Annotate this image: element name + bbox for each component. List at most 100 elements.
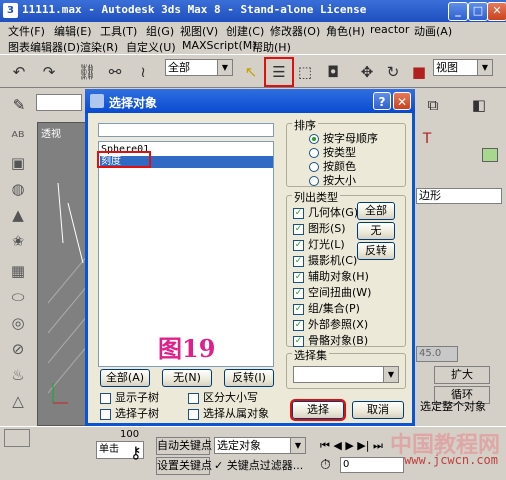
types-invert-button[interactable]: 反转 (357, 242, 395, 260)
playback-controls-icon[interactable]: ⏮ ◀ ▶ ▶| ⏭ (320, 439, 383, 453)
menu-file[interactable]: 文件(F) (8, 23, 45, 39)
menu-character[interactable]: 角色(H) (326, 23, 365, 39)
frame-field[interactable]: 0 (340, 457, 404, 473)
grid-icon[interactable]: ▦ (6, 260, 30, 282)
maximize-button[interactable]: □ (468, 2, 488, 21)
selection-filter-value: 全部 (168, 61, 190, 74)
named-selection-field[interactable] (36, 94, 82, 111)
highlight-box (97, 151, 151, 168)
link-icon[interactable]: ⛓ (74, 59, 100, 85)
select-objects-dialog: 选择对象 ? ✕ Sphere01 刻度 图19 排序 按字母顺序 按类型 按颜… (85, 89, 415, 426)
value-field[interactable]: 45.0 (416, 346, 458, 362)
auto-key-button[interactable]: 自动关键点 (156, 437, 212, 455)
sphere-icon[interactable]: ◍ (6, 178, 30, 200)
chevron-down-icon: ▼ (477, 60, 492, 75)
reference-coord-value: 视图 (436, 61, 458, 74)
helpers-checkbox[interactable]: ✓ 辅助对象(H) (293, 268, 369, 284)
minimize-button[interactable]: _ (448, 2, 468, 21)
dialog-title-bar: 选择对象 ? ✕ (85, 89, 415, 113)
menu-help[interactable]: 帮助(H) (252, 39, 291, 55)
radio-dot (309, 148, 319, 158)
scale-icon[interactable]: ■ (406, 59, 432, 85)
select-object-icon[interactable]: ↖ (238, 59, 264, 85)
redo-icon[interactable]: ↷ (36, 59, 62, 85)
pyramid-icon[interactable]: △ (6, 390, 30, 412)
teapot-icon[interactable]: ♨ (6, 364, 30, 386)
menu-view[interactable]: 视图(V) (180, 23, 218, 39)
hammer-icon[interactable]: T (416, 128, 438, 150)
tube-icon[interactable]: ⊘ (6, 338, 30, 360)
curve-editor-icon[interactable]: ◧ (466, 92, 492, 118)
select-button[interactable]: 选择 (290, 399, 346, 421)
spacewarps-checkbox[interactable]: ✓ 空间扭曲(W) (293, 284, 371, 300)
set-key-button[interactable]: 设置关键点 (156, 457, 212, 475)
cameras-checkbox[interactable]: ✓ 摄影机(C) (293, 252, 357, 268)
undo-icon[interactable]: ↶ (6, 59, 32, 85)
selection-set-dropdown[interactable]: ▼ (293, 366, 399, 383)
torus-icon[interactable]: ◎ (6, 312, 30, 334)
radio-dot (309, 134, 319, 144)
menu-animation[interactable]: 动画(A) (414, 23, 452, 39)
reference-coord-dropdown[interactable]: 视图 ▼ (433, 59, 493, 76)
close-button[interactable]: ✕ (487, 2, 506, 21)
key-filter-button[interactable]: ✓ 关键点过滤器... (214, 457, 310, 475)
grow-button[interactable]: 扩大 (434, 366, 490, 384)
cylinder-icon[interactable]: ⬭ (6, 286, 30, 308)
menu-tools[interactable]: 工具(T) (100, 23, 137, 39)
dialog-close-button[interactable]: ✕ (393, 92, 411, 110)
lights-checkbox[interactable]: ✓ 灯光(L) (293, 236, 345, 252)
menu-group[interactable]: 组(G) (146, 23, 174, 39)
snap-icon[interactable]: ✎ (6, 92, 32, 118)
select-invert-button[interactable]: 反转(I) (224, 369, 274, 387)
types-none-button[interactable]: 无 (357, 222, 395, 240)
move-icon[interactable]: ✥ (354, 59, 380, 85)
select-dependents-checkbox[interactable]: 选择从属对象 (188, 405, 269, 421)
name-filter-input[interactable] (98, 123, 274, 137)
menu-reactor[interactable]: reactor (370, 23, 409, 36)
menu-bar-1: 文件(F) 编辑(E) 工具(T) 组(G) 视图(V) 创建(C) 修改器(O… (0, 22, 506, 38)
star-icon[interactable]: ✬ (6, 230, 30, 252)
select-whole-label[interactable]: 选定整个对象 (420, 398, 486, 414)
abc-icon[interactable]: ᴬᴮ (6, 126, 30, 148)
rectangular-region-icon[interactable]: ⬚ (292, 59, 318, 85)
menu-create[interactable]: 创建(C) (226, 23, 264, 39)
window-crossing-icon[interactable]: ◘ (320, 59, 346, 85)
modifier-item[interactable]: 边形 (416, 188, 502, 204)
menu-customize[interactable]: 自定义(U) (126, 39, 176, 55)
cone-icon[interactable]: ▲ (6, 204, 30, 226)
menu-graph-editors[interactable]: 图表编辑器(D) (8, 39, 80, 55)
time-config-icon[interactable]: ⏱ (320, 457, 331, 473)
selected-object-dropdown[interactable]: 选定对象 ▼ (214, 437, 306, 454)
shapes-checkbox[interactable]: ✓ 图形(S) (293, 220, 346, 236)
menu-edit[interactable]: 编辑(E) (54, 23, 92, 39)
box-icon[interactable]: ▣ (6, 152, 30, 174)
annotation-label: 图19 (158, 334, 216, 363)
menu-maxscript[interactable]: MAXScript(M) (182, 39, 257, 52)
select-all-button[interactable]: 全部(A) (100, 369, 150, 387)
menu-rendering[interactable]: 渲染(R) (80, 39, 118, 55)
sort-size-radio[interactable]: 按大小 (309, 172, 356, 188)
unlink-icon[interactable]: ⚯ (102, 59, 128, 85)
case-sensitive-checkbox[interactable]: 区分大小写 (188, 389, 258, 405)
select-by-name-icon[interactable]: ☰ (264, 57, 294, 87)
rotate-icon[interactable]: ↻ (380, 59, 406, 85)
types-all-button[interactable]: 全部 (357, 202, 395, 220)
bones-checkbox[interactable]: ✓ 骨骼对象(B) (293, 332, 368, 348)
coord-field[interactable] (4, 429, 30, 447)
menu-modifier[interactable]: 修改器(O) (270, 23, 320, 39)
cancel-button[interactable]: 取消 (352, 401, 404, 419)
help-button[interactable]: ? (373, 92, 391, 110)
display-subtree-checkbox[interactable]: 显示子树 (100, 389, 159, 405)
main-toolbar: ↶ ↷ ⛓ ⚯ ≀ 全部 ▼ ↖ ☰ ⬚ ◘ ✥ ↻ ■ 视图 ▼ (0, 54, 506, 88)
select-none-button[interactable]: 无(N) (162, 369, 212, 387)
groups-checkbox[interactable]: ✓ 组/集合(P) (293, 300, 360, 316)
xrefs-checkbox[interactable]: ✓ 外部参照(X) (293, 316, 368, 332)
select-subtree-checkbox[interactable]: 选择子树 (100, 405, 159, 421)
selection-filter-dropdown[interactable]: 全部 ▼ (165, 59, 233, 76)
layer-icon[interactable]: ⧉ (420, 92, 446, 118)
key-icon[interactable]: ⚷ (130, 443, 142, 462)
color-swatch[interactable] (482, 148, 498, 162)
geometry-checkbox[interactable]: ✓ 几何体(G) (293, 204, 358, 220)
key-filter-icon: ✓ (214, 459, 224, 472)
bind-spacewarp-icon[interactable]: ≀ (130, 59, 156, 85)
